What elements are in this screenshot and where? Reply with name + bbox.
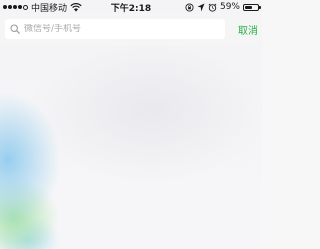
alarm-icon [208,3,217,12]
location-icon [197,3,205,11]
battery-percent: 59% [219,2,240,12]
search-input[interactable] [24,24,214,34]
search-bar: 取消 [0,14,262,46]
battery-icon [243,3,261,11]
search-screen: 中国移动 下午2:18 59% 微信号/手机号 取消 [0,0,262,249]
search-icon [10,24,20,34]
cancel-button[interactable]: 取消 [238,22,258,37]
search-field-container[interactable] [5,19,225,39]
rotation-lock-icon [185,2,194,12]
status-bar: 中国移动 下午2:18 59% [0,0,262,14]
status-bar-right: 59% [185,1,261,13]
